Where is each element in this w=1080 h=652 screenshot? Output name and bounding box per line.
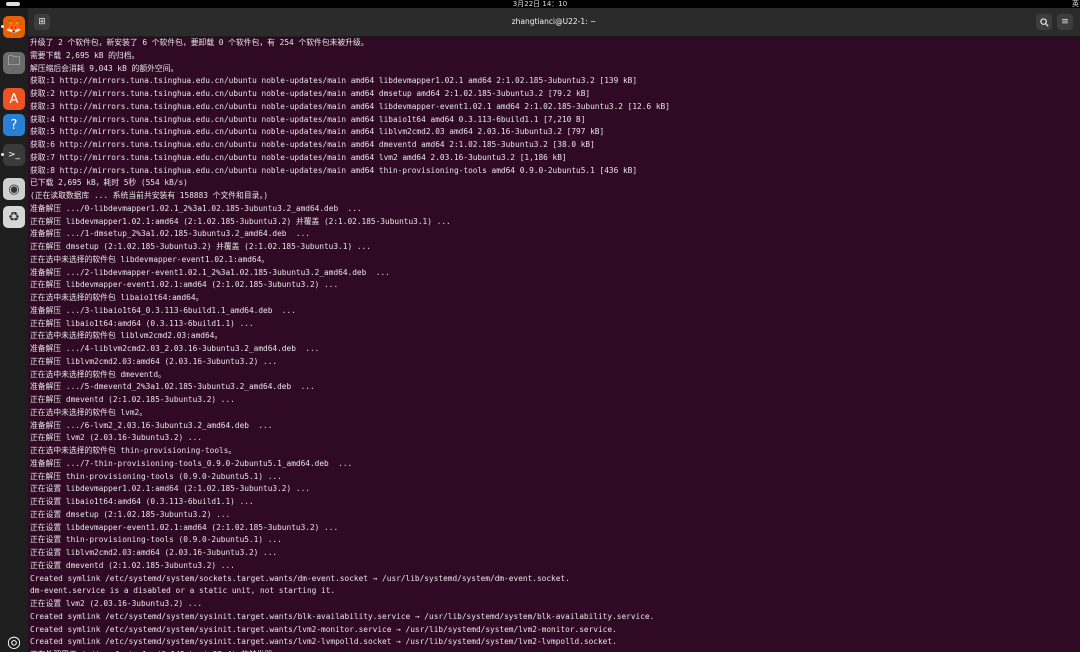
terminal-window[interactable]: ⊞ zhangtianci@U22-1: ~ ≡ 升级了 2 个软件包，新安装了… <box>28 8 1080 652</box>
running-indicator <box>1 153 4 156</box>
terminal-line: 获取:4 http://mirrors.tuna.tsinghua.edu.cn… <box>30 114 586 124</box>
terminal-line: 正在解压 libdevmapper-event1.02.1:amd64 (2:1… <box>30 280 339 290</box>
terminal-line: 正在解压 lvm2 (2.03.16-3ubuntu3.2) ... <box>30 433 203 443</box>
search-button[interactable] <box>1036 14 1052 30</box>
terminal-line: 正在解压 liblvm2cmd2.03:amd64 (2.03.16-3ubun… <box>30 356 278 366</box>
terminal-output[interactable]: 升级了 2 个软件包，新安装了 6 个软件包，要卸载 0 个软件包，有 254 … <box>30 37 1078 652</box>
terminal-line: Created symlink /etc/systemd/system/sysi… <box>30 611 655 621</box>
search-icon <box>1039 17 1049 27</box>
terminal-line: 解压缩后会消耗 9,043 kB 的额外空间。 <box>30 63 179 73</box>
terminal-header-bar: ⊞ zhangtianci@U22-1: ~ ≡ <box>28 8 1080 37</box>
terminal-line: 正在设置 libdevmapper1.02.1:amd64 (2:1.02.18… <box>30 484 310 494</box>
terminal-line: 正在解压 libaio1t64:amd64 (0.3.113-6build1.1… <box>30 318 254 328</box>
terminal-line: 准备解压 .../5-dmeventd_2%3a1.02.185-3ubuntu… <box>30 382 315 392</box>
top-bar: 3月22日 14：10 英 <box>0 0 1080 8</box>
firefox-icon[interactable]: 🦊 <box>3 16 25 38</box>
terminal-line: Created symlink /etc/systemd/system/sysi… <box>30 637 617 647</box>
terminal-line: 正在解压 dmeventd (2:1.02.185-3ubuntu3.2) ..… <box>30 395 235 404</box>
terminal-line: 准备解压 .../7-thin-provisioning-tools_0.9.0… <box>30 458 353 468</box>
show-apps-icon[interactable]: ◎ <box>3 630 25 652</box>
terminal-line: 升级了 2 个软件包，新安装了 6 个软件包，要卸载 0 个软件包，有 254 … <box>30 38 369 47</box>
terminal-line: 获取:3 http://mirrors.tuna.tsinghua.edu.cn… <box>30 101 670 111</box>
terminal-line: 正在选中未选择的软件包 liblvm2cmd2.03:amd64。 <box>30 331 223 341</box>
terminal-line: 准备解压 .../0-libdevmapper1.02.1_2%3a1.02.1… <box>30 203 362 213</box>
terminal-line: 正在设置 libaio1t64:amd64 (0.3.113-6build1.1… <box>30 497 254 506</box>
terminal-line: 正在选中未选择的软件包 libdevmapper-event1.02.1:amd… <box>30 254 270 264</box>
terminal-line: dm-event.service is a disabled or a stat… <box>30 586 336 596</box>
terminal-line: 获取:5 http://mirrors.tuna.tsinghua.edu.cn… <box>30 127 605 137</box>
terminal-line: 正在选中未选择的软件包 dmeventd。 <box>30 369 166 379</box>
terminal-line: Created symlink /etc/systemd/system/sysi… <box>30 624 617 634</box>
terminal-line: 正在设置 libdevmapper-event1.02.1:amd64 (2:1… <box>30 522 339 532</box>
trash-icon[interactable]: ♻ <box>3 206 25 228</box>
files-icon[interactable]: 🗀 <box>3 52 25 74</box>
terminal-line: 准备解压 .../3-libaio1t64_0.3.113-6build1.1_… <box>30 305 296 315</box>
terminal-icon[interactable]: >_ <box>3 144 25 166</box>
terminal-line: 正在设置 thin-provisioning-tools (0.9.0-2ubu… <box>30 535 282 545</box>
terminal-line: 准备解压 .../4-liblvm2cmd2.03_2.03.16-3ubunt… <box>30 344 320 353</box>
terminal-line: 获取:8 http://mirrors.tuna.tsinghua.edu.cn… <box>30 165 638 175</box>
terminal-line: 获取:1 http://mirrors.tuna.tsinghua.edu.cn… <box>30 76 638 86</box>
help-icon[interactable]: ? <box>3 114 25 136</box>
disc-icon[interactable]: ◉ <box>3 178 25 200</box>
app-center-icon[interactable]: A <box>3 88 25 110</box>
terminal-line: 正在选中未选择的软件包 lvm2。 <box>30 407 148 417</box>
terminal-line: 已下载 2,695 kB，耗时 5秒 (554 kB/s) <box>30 178 188 188</box>
terminal-line: 准备解压 .../6-lvm2_2.03.16-3ubuntu3.2_amd64… <box>30 420 273 430</box>
terminal-line: 正在解压 thin-provisioning-tools (0.9.0-2ubu… <box>30 471 282 481</box>
clock[interactable]: 3月22日 14：10 <box>0 0 1080 8</box>
terminal-line: 获取:2 http://mirrors.tuna.tsinghua.edu.cn… <box>30 89 591 98</box>
terminal-line: 获取:7 http://mirrors.tuna.tsinghua.edu.cn… <box>30 152 567 162</box>
terminal-line: 准备解压 .../2-libdevmapper-event1.02.1_2%3a… <box>30 267 390 277</box>
window-title: zhangtianci@U22-1: ~ <box>511 17 597 26</box>
input-method-indicator[interactable]: 英 <box>1072 0 1079 8</box>
terminal-line: 准备解压 .../1-dmsetup_2%3a1.02.185-3ubuntu3… <box>30 229 310 239</box>
terminal-line: 正在选中未选择的软件包 libaio1t64:amd64。 <box>30 293 204 302</box>
terminal-line: 正在选中未选择的软件包 thin-provisioning-tools。 <box>30 446 237 455</box>
terminal-line: 需要下载 2,695 kB 的归档。 <box>30 50 140 60</box>
terminal-line: (正在读取数据库 ... 系统当前共安装有 158883 个文件和目录。) <box>30 191 269 200</box>
hamburger-icon: ≡ <box>1061 17 1069 27</box>
terminal-line: 正在设置 dmsetup (2:1.02.185-3ubuntu3.2) ... <box>30 509 231 519</box>
terminal-line: 获取:6 http://mirrors.tuna.tsinghua.edu.cn… <box>30 140 595 149</box>
running-indicator <box>1 25 4 28</box>
terminal-line: 正在解压 dmsetup (2:1.02.185-3ubuntu3.2) 并覆盖… <box>30 242 371 251</box>
terminal-line: 正在设置 liblvm2cmd2.03:amd64 (2.03.16-3ubun… <box>30 548 278 557</box>
terminal-line: 正在解压 libdevmapper1.02.1:amd64 (2:1.02.18… <box>30 216 451 226</box>
terminal-line: Created symlink /etc/systemd/system/sock… <box>30 573 570 583</box>
dock: 🦊 🗀 A? >_ ◉ ♻ ◎ <box>0 8 28 652</box>
terminal-line: 正在设置 dmeventd (2:1.02.185-3ubuntu3.2) ..… <box>30 560 235 570</box>
menu-button[interactable]: ≡ <box>1057 14 1073 30</box>
terminal-line: 正在设置 lvm2 (2.03.16-3ubuntu3.2) ... <box>30 599 203 608</box>
